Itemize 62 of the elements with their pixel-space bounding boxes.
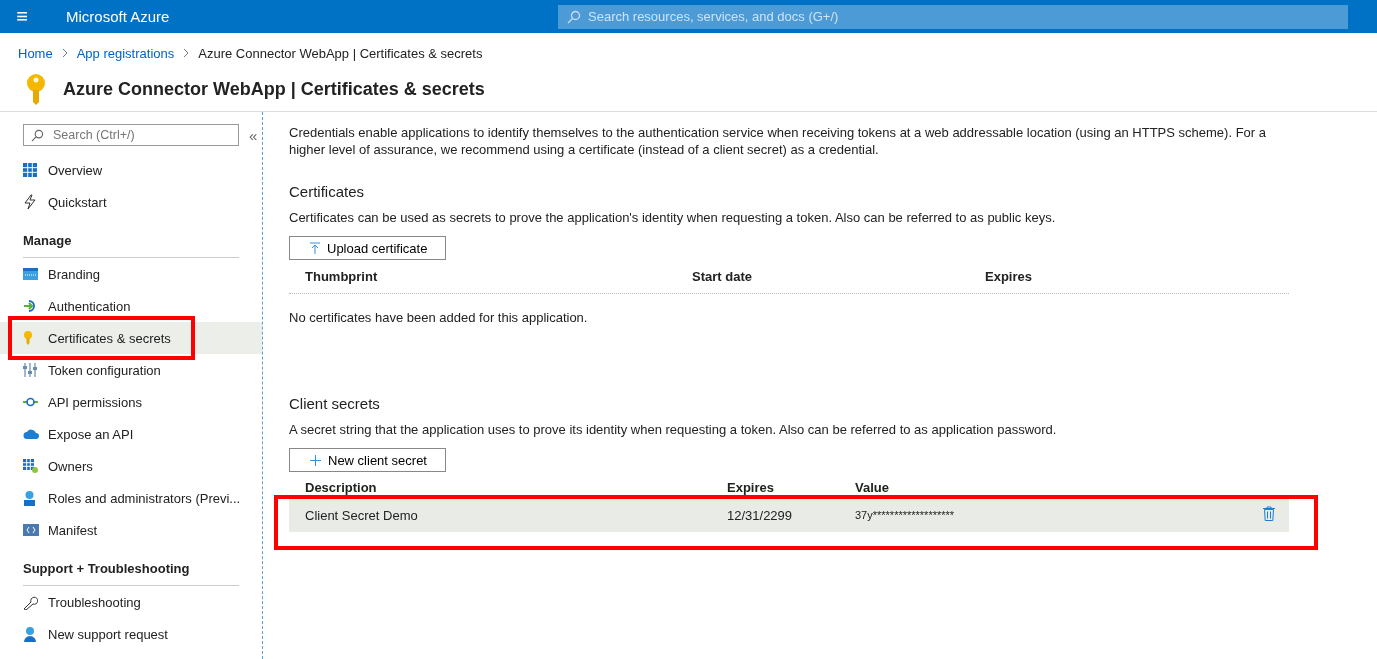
section-heading: Support + Troubleshooting [23, 554, 239, 586]
column-header: Thumbprint [305, 269, 379, 284]
upload-certificate-button[interactable]: Upload certificate [289, 236, 447, 260]
section-heading: Manage [23, 226, 239, 258]
search-field[interactable]: Search resources, services, and docs (G+/) [558, 4, 1348, 29]
trash-icon [1263, 506, 1275, 521]
breadcrumb-link[interactable]: Home [18, 45, 53, 61]
sidebar-item[interactable]: Branding [0, 258, 262, 290]
cloud-icon [23, 428, 39, 440]
arrow-circle-icon [23, 299, 38, 313]
card-icon [23, 268, 38, 280]
chevron-icon [182, 48, 191, 58]
section-title: Client secrets [289, 395, 381, 412]
connector-icon [23, 397, 38, 407]
sidebar-item[interactable]: New support request [0, 618, 262, 650]
chevron-icon [60, 48, 69, 58]
plus-icon [310, 454, 321, 466]
sidebar-item[interactable]: Certificates & secrets [0, 322, 262, 354]
column-header: Description [305, 479, 378, 495]
sidebar-item[interactable]: Quickstart [0, 186, 262, 218]
grid-person-icon [23, 458, 38, 474]
upload-icon [310, 242, 320, 254]
table-cell-text: 12/31/2299 [727, 507, 794, 523]
sliders-icon [23, 363, 37, 377]
table-cell-text: 37y******************* [855, 509, 956, 521]
sidebar-item[interactable]: Manifest [0, 514, 262, 546]
search-icon [567, 9, 581, 24]
column-header: Expires [727, 479, 775, 495]
sidebar-item[interactable]: API permissions [0, 386, 262, 418]
support-person-icon [23, 626, 37, 642]
sidebar-item[interactable]: Roles and administrators (Previ... [0, 482, 262, 514]
code-icon [23, 524, 39, 536]
sidebar-item[interactable]: Troubleshooting [0, 586, 262, 618]
brand-name[interactable]: Microsoft Azure [66, 8, 558, 25]
sidebar-item[interactable]: Overview [0, 154, 262, 186]
page-title: Azure Connector WebApp | Certificates & secrets [63, 78, 485, 100]
table-row[interactable]: Client Secret Demo 12/31/2299 37y******************* [289, 498, 1289, 532]
breadcrumb-link[interactable]: App registrations [76, 45, 175, 61]
column-header: Start date [692, 269, 753, 284]
column-header: Value [855, 479, 890, 495]
table-cell-text: Client Secret Demo [305, 507, 419, 523]
sidebar-item[interactable]: Authentication [0, 290, 262, 322]
grid-icon [23, 163, 37, 177]
key-icon [25, 73, 47, 105]
sidebar-item[interactable]: Token configuration [0, 354, 262, 386]
search-icon [31, 129, 44, 142]
column-header: Expires [985, 269, 1033, 284]
sidebar-item[interactable]: Owners [0, 450, 262, 482]
collapse-button[interactable]: « [245, 126, 262, 144]
section-description: A secret string that the application uses to prove its identity when requesting a token. Also can be referred to as application password. [289, 422, 1058, 437]
key-icon [23, 331, 33, 345]
empty-message: No certificates have been added for this application. [289, 310, 589, 325]
section-description: Certificates can be used as secrets to prove the application's identity when requesting a token. Also can be referred to as public keys. [289, 210, 1057, 225]
new-client-secret-button[interactable]: New client secret [289, 448, 446, 472]
person-icon [23, 490, 36, 506]
sidebar-search-field[interactable]: Search (Ctrl+/) [23, 124, 239, 146]
lightning-icon [23, 194, 37, 210]
breadcrumb-current: Azure Connector WebApp | Certificates & secrets [198, 45, 483, 61]
menu-button[interactable]: ≡ [0, 5, 44, 28]
sidebar-item[interactable]: Expose an API [0, 418, 262, 450]
intro-text: Credentials enable applications to identify themselves to the authentication service when receiving tokens at a web addressable location (using an HTTPS scheme). For a higher level of assurance, we recommend using a certificate (instead of a client secret) as a credential. [289, 124, 1267, 158]
section-title: Certificates [289, 183, 366, 200]
